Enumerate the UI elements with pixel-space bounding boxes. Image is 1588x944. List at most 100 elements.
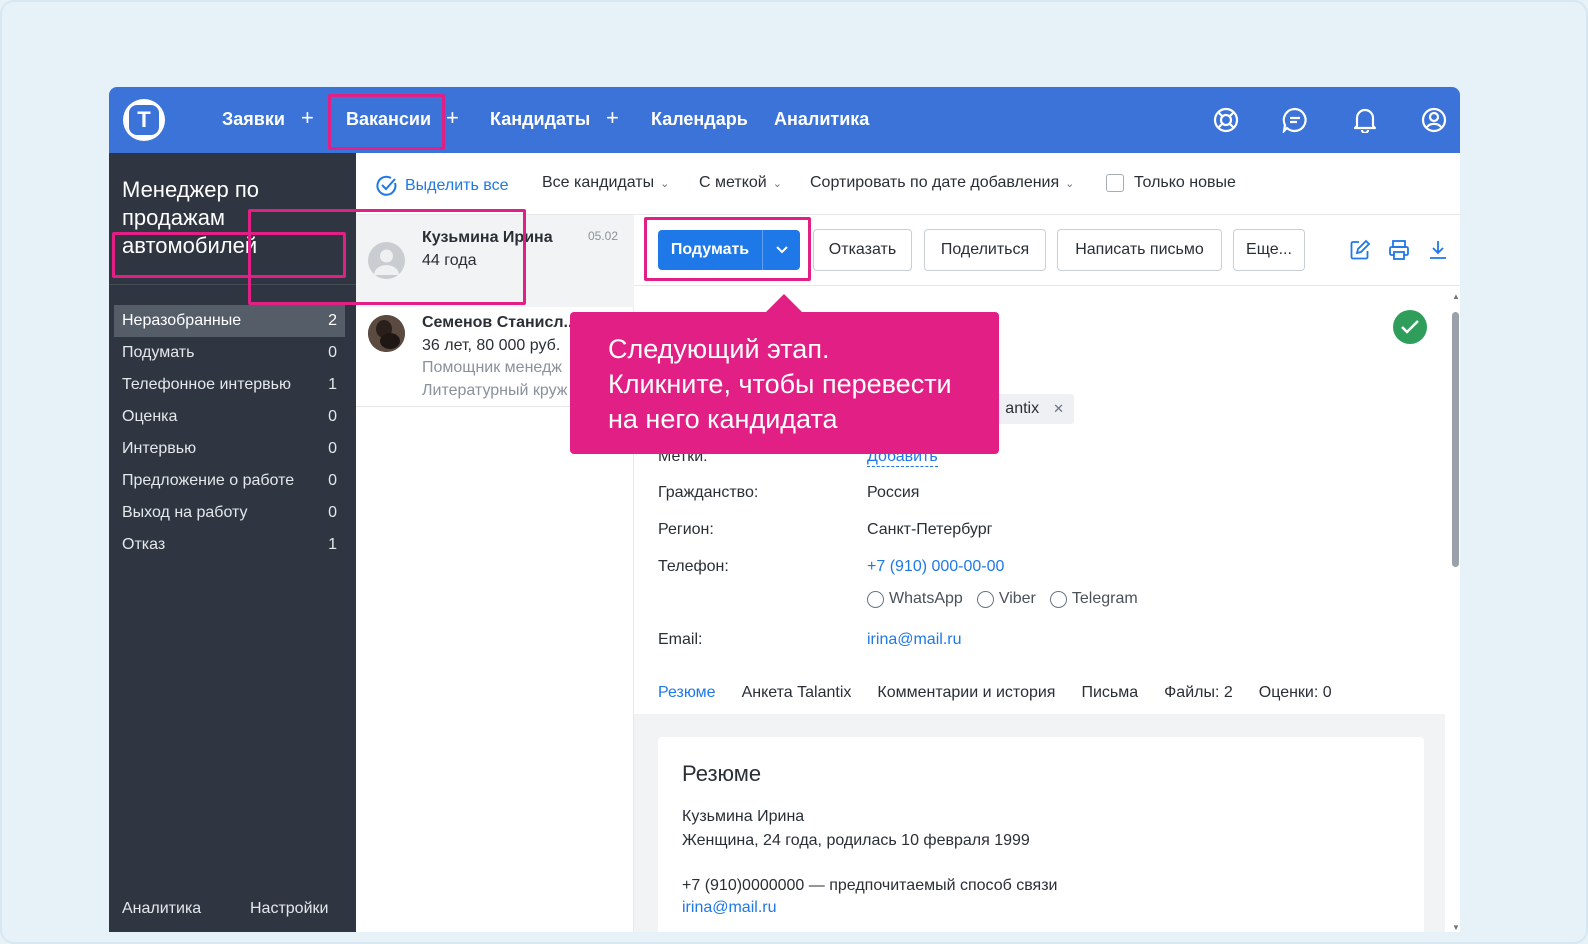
add-vacancy-icon[interactable]: +: [446, 105, 459, 131]
nav-calendar[interactable]: Календарь: [651, 107, 748, 131]
stage-label: Интервью: [122, 440, 197, 457]
resume-personal-info: Женщина, 24 года, родилась 10 февраля 19…: [682, 832, 1030, 849]
filter-bar: Выделить все Все кандидаты ⌄ С меткой ⌄ …: [356, 153, 1460, 215]
stage-label: Неразобранные: [122, 312, 242, 329]
share-button[interactable]: Поделиться: [924, 229, 1046, 271]
stage-label: Отказ: [122, 536, 166, 553]
telegram-link[interactable]: Telegram: [1049, 590, 1138, 608]
all-candidates-dropdown[interactable]: Все кандидаты ⌄: [542, 174, 669, 192]
support-icon[interactable]: [1210, 104, 1242, 136]
whatsapp-link[interactable]: WhatsApp: [867, 590, 963, 608]
stage-count: 0: [328, 408, 337, 425]
stage-label: Выход на работу: [122, 504, 248, 521]
stage-label: Телефонное интервью: [122, 376, 292, 393]
write-letter-button[interactable]: Написать письмо: [1057, 229, 1222, 271]
scroll-down-icon[interactable]: ▼: [1452, 923, 1460, 932]
tab-files[interactable]: Файлы: 2: [1164, 684, 1233, 716]
avatar: [368, 315, 405, 352]
stage-count: 0: [328, 344, 337, 361]
candidate-highlight-frame: [248, 209, 526, 305]
region-label: Регион:: [658, 521, 714, 538]
stage-phone-interview[interactable]: Телефонное интервью 1: [114, 369, 345, 401]
sort-dropdown[interactable]: Сортировать по дате добавления ⌄: [810, 174, 1074, 192]
candidate-position: Помощник менедж: [422, 359, 562, 376]
remove-tag-icon[interactable]: ✕: [1053, 401, 1064, 417]
stage-job-offer[interactable]: Предложение о работе 0: [114, 465, 345, 497]
vacancies-highlight-frame: [328, 94, 445, 150]
stage-count: 1: [328, 376, 337, 393]
stage-assessment[interactable]: Оценка 0: [114, 401, 345, 433]
add-candidate-icon[interactable]: +: [606, 105, 619, 131]
scrollbar[interactable]: ▲ ▼: [1450, 292, 1460, 932]
stage-count: 0: [328, 504, 337, 521]
nav-requests[interactable]: Заявки: [222, 107, 285, 131]
resume-email-link[interactable]: irina@mail.ru: [682, 899, 776, 917]
candidate-experience: Литературный круж: [422, 382, 568, 399]
checkmark-icon: [1393, 310, 1427, 344]
user-icon[interactable]: [1418, 104, 1450, 136]
check-circle-icon: [376, 175, 397, 196]
add-request-icon[interactable]: +: [301, 105, 314, 131]
tab-letters[interactable]: Письма: [1081, 684, 1138, 716]
stage-think[interactable]: Подумать 0: [114, 337, 345, 369]
tab-resume[interactable]: Резюме: [658, 684, 716, 716]
tooltip-arrow: [765, 294, 803, 313]
print-icon[interactable]: [1388, 239, 1410, 261]
phone-link[interactable]: +7 (910) 000-00-00: [867, 558, 1004, 576]
candidate-name: Семенов Станисл...: [422, 314, 577, 331]
candidate-age-salary: 36 лет, 80 000 руб.: [422, 337, 561, 354]
stage-unsorted[interactable]: Неразобранные 2: [114, 305, 345, 337]
resume-contact: +7 (910)0000000 — предпочитаемый способ …: [682, 877, 1058, 894]
resume-card: Резюме Кузьмина Ирина Женщина, 24 года, …: [658, 737, 1424, 932]
nav-candidates[interactable]: Кандидаты: [490, 107, 590, 131]
scroll-up-icon[interactable]: ▲: [1452, 292, 1460, 301]
citizenship-value: Россия: [867, 484, 920, 501]
viber-link[interactable]: Viber: [976, 590, 1036, 608]
nav-analytics[interactable]: Аналитика: [774, 107, 869, 131]
viber-label: Viber: [998, 590, 1036, 607]
bell-icon[interactable]: [1349, 104, 1381, 136]
edit-icon[interactable]: [1349, 239, 1371, 261]
chat-icon[interactable]: [1279, 104, 1311, 136]
stage-count: 0: [328, 472, 337, 489]
stage-count: 2: [328, 312, 337, 329]
whatsapp-label: WhatsApp: [889, 590, 963, 607]
scrollbar-thumb[interactable]: [1452, 312, 1459, 567]
tooltip-line-3: на него кандидата: [608, 404, 838, 434]
select-all-button[interactable]: Выделить все: [375, 174, 508, 198]
only-new-checkbox[interactable]: [1106, 174, 1124, 192]
app-window: T Заявки + Вакансии + Кандидаты + Календ…: [109, 87, 1460, 932]
logo[interactable]: T: [123, 99, 165, 141]
all-candidates-label: Все кандидаты: [542, 174, 655, 191]
next-stage-tooltip: Следующий этап. Кликните, чтобы перевест…: [570, 312, 999, 454]
logo-letter: T: [129, 105, 159, 135]
only-new-toggle[interactable]: Только новые: [1106, 174, 1236, 192]
resume-heading: Резюме: [682, 761, 762, 786]
region-value: Санкт-Петербург: [867, 521, 993, 538]
sidebar-analytics-link[interactable]: Аналитика: [122, 900, 201, 918]
next-stage-highlight-frame: [644, 217, 811, 281]
stage-count: 0: [328, 440, 337, 457]
telegram-label: Telegram: [1071, 590, 1138, 607]
tab-talantix-form[interactable]: Анкета Talantix: [742, 684, 852, 716]
telegram-icon: [1049, 590, 1067, 608]
reject-button[interactable]: Отказать: [813, 229, 912, 271]
viber-icon: [976, 590, 994, 608]
stage-rejected[interactable]: Отказ 1: [114, 529, 345, 561]
tag-filter-dropdown[interactable]: С меткой ⌄: [699, 174, 782, 192]
download-icon[interactable]: [1427, 239, 1449, 261]
tab-comments-history[interactable]: Комментарии и история: [877, 684, 1055, 716]
chevron-down-icon: ⌄: [660, 177, 670, 190]
phone-label: Телефон:: [658, 558, 729, 575]
stage-interview[interactable]: Интервью 0: [114, 433, 345, 465]
top-navigation-bar: T Заявки + Вакансии + Кандидаты + Календ…: [109, 87, 1460, 153]
sort-label: Сортировать по дате добавления: [810, 174, 1060, 191]
stage-label: Подумать: [122, 344, 195, 361]
sidebar-settings-link[interactable]: Настройки: [250, 900, 328, 918]
email-link[interactable]: irina@mail.ru: [867, 631, 961, 649]
more-button[interactable]: Еще...: [1233, 229, 1305, 271]
tag-chip-label: antix: [1005, 400, 1040, 417]
stage-hired[interactable]: Выход на работу 0: [114, 497, 345, 529]
detail-tabs: Резюме Анкета Talantix Комментарии и ист…: [658, 684, 1332, 716]
tab-ratings[interactable]: Оценки: 0: [1259, 684, 1332, 716]
